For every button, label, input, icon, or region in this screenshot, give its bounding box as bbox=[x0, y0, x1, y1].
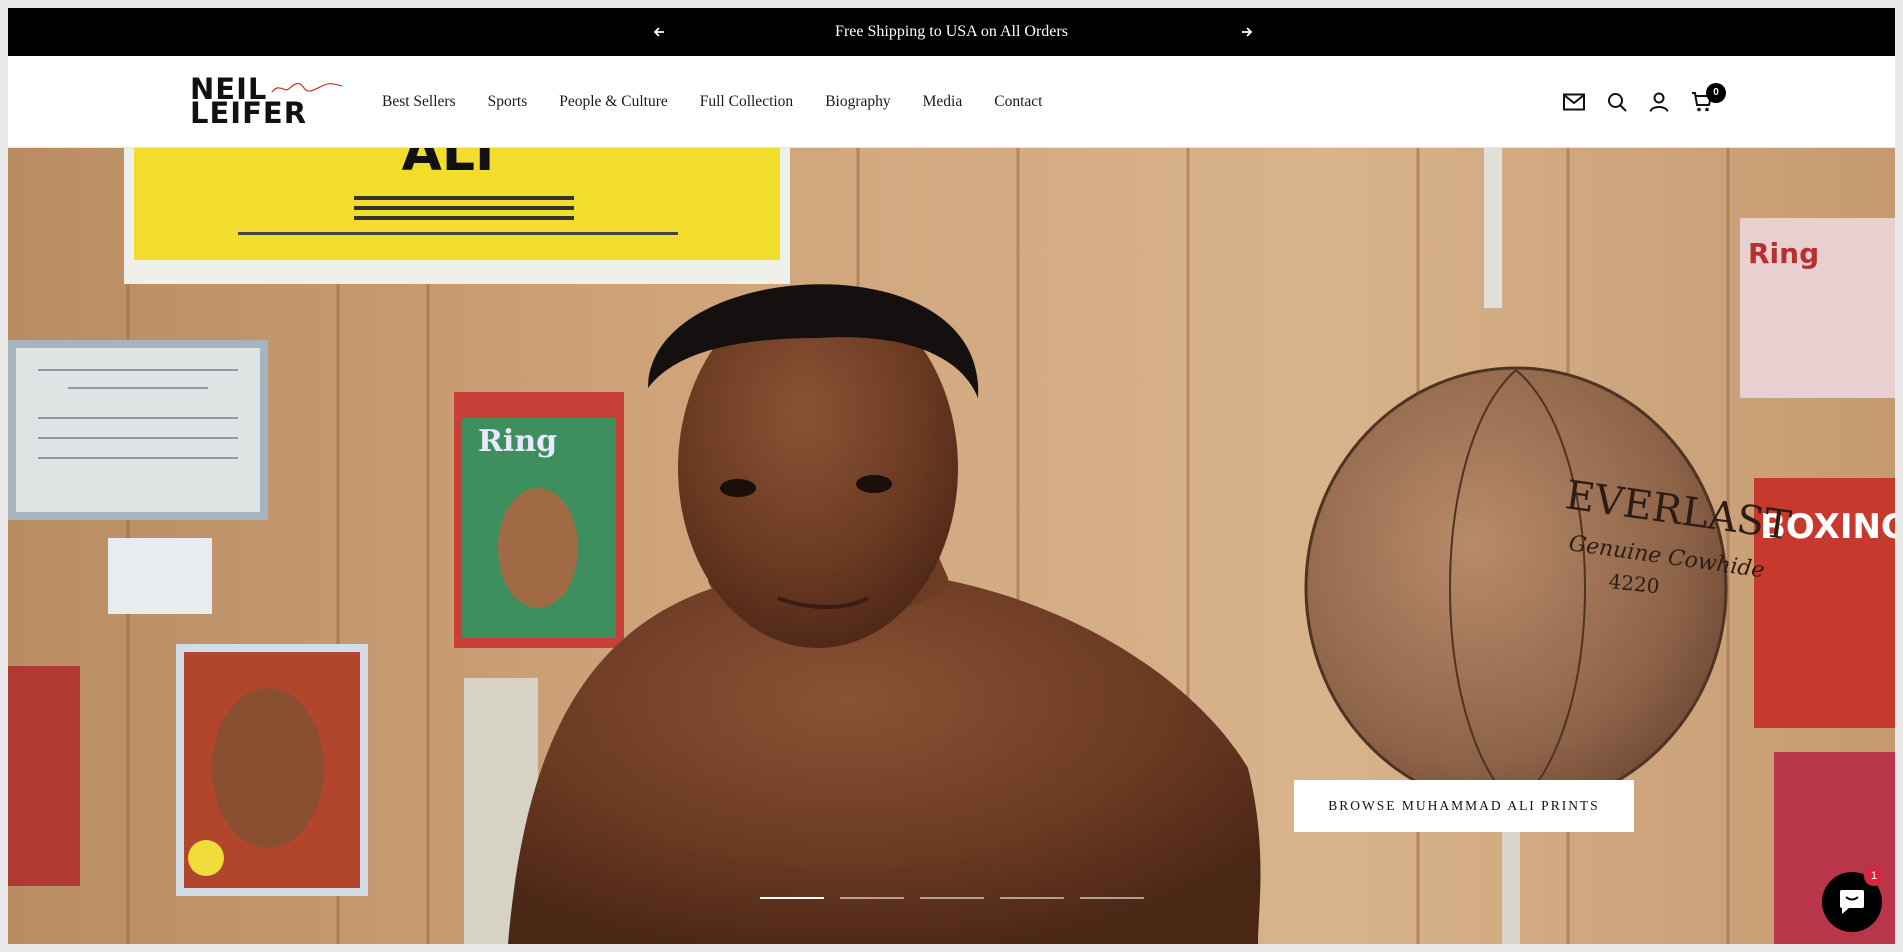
poster-title: ALI bbox=[402, 148, 495, 183]
site-logo[interactable]: NEIL LEIFER bbox=[190, 75, 344, 130]
account-button[interactable] bbox=[1646, 89, 1672, 115]
slide-dot-5[interactable] bbox=[1080, 897, 1144, 899]
announcement-text: Free Shipping to USA on All Orders bbox=[835, 23, 1068, 40]
signature-icon bbox=[271, 82, 343, 93]
nav-people-culture[interactable]: People & Culture bbox=[559, 93, 668, 111]
mail-icon bbox=[1563, 93, 1585, 111]
slide-dot-2[interactable] bbox=[840, 897, 904, 899]
nav-media[interactable]: Media bbox=[923, 93, 963, 111]
slide-dot-3[interactable] bbox=[920, 897, 984, 899]
nav-best-sellers[interactable]: Best Sellers bbox=[382, 93, 456, 111]
announcement-next-button[interactable] bbox=[1235, 20, 1259, 44]
arrow-right-icon bbox=[1242, 27, 1253, 37]
nav-biography[interactable]: Biography bbox=[825, 93, 890, 111]
announcement-bar: Free Shipping to USA on All Orders bbox=[8, 8, 1895, 56]
slideshow-dots bbox=[760, 897, 1160, 899]
logo-line2: LEIFER bbox=[190, 96, 308, 130]
chat-notification-badge: 1 bbox=[1864, 866, 1884, 886]
magazine-ring-text: Ring bbox=[478, 424, 557, 459]
cart-count-badge: 0 bbox=[1706, 83, 1726, 103]
site-header: NEIL LEIFER Best Sellers Sports People &… bbox=[8, 56, 1895, 148]
account-icon bbox=[1649, 92, 1669, 112]
nav-full-collection[interactable]: Full Collection bbox=[700, 93, 793, 111]
page-frame: Free Shipping to USA on All Orders NEIL … bbox=[8, 8, 1895, 944]
nav-contact[interactable]: Contact bbox=[994, 93, 1042, 111]
newsletter-button[interactable] bbox=[1561, 89, 1587, 115]
main-nav: Best Sellers Sports People & Culture Ful… bbox=[382, 56, 1074, 148]
search-icon bbox=[1608, 93, 1627, 112]
slide-dot-1[interactable] bbox=[760, 897, 824, 899]
slide-dot-4[interactable] bbox=[1000, 897, 1064, 899]
hero-slideshow: ALI Ring Ring BOXING EVERLAST Genuine Co… bbox=[8, 148, 1895, 944]
svg-text:Ring: Ring bbox=[1748, 237, 1819, 270]
chat-icon bbox=[1840, 890, 1864, 914]
browse-ali-prints-button[interactable]: BROWSE MUHAMMAD ALI PRINTS bbox=[1294, 780, 1634, 832]
nav-sports[interactable]: Sports bbox=[488, 93, 528, 111]
search-button[interactable] bbox=[1604, 89, 1630, 115]
